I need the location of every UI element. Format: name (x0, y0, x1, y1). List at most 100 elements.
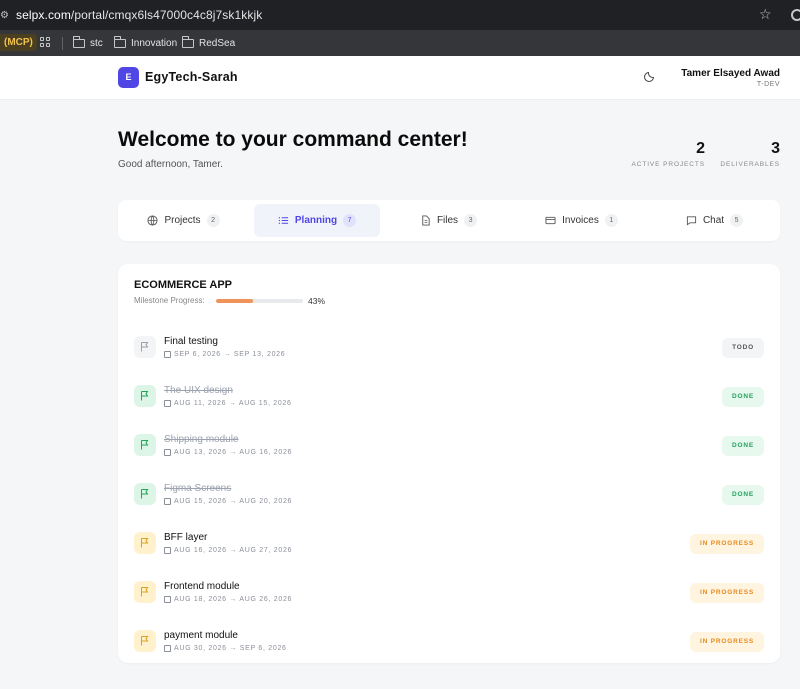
bookmark-label: stc (90, 37, 103, 49)
bookmarks-divider (62, 37, 63, 50)
status-badge: IN PROGRESS (690, 534, 764, 554)
dark-mode-toggle-icon[interactable] (644, 70, 656, 82)
tab-count-badge: 2 (206, 214, 220, 227)
milestone-row[interactable]: Shipping module AUG 13, 2026 → AUG 16, 20… (118, 424, 780, 473)
calendar-icon (164, 351, 171, 358)
tab-projects[interactable]: Projects 2 (118, 204, 249, 237)
apps-grid-icon[interactable] (40, 37, 51, 48)
milestone-dates: AUG 30, 2026 → SEP 6, 2026 (164, 645, 287, 652)
milestone-row[interactable]: Frontend module AUG 18, 2026 → AUG 26, 20… (118, 571, 780, 620)
user-name[interactable]: Tamer Elsayed Awad (681, 68, 780, 79)
greeting-text: Good afternoon, Tamer. (118, 159, 223, 170)
bookmark-folder-redsea[interactable]: RedSea (181, 35, 236, 51)
milestone-row[interactable]: payment module AUG 30, 2026 → SEP 6, 2026… (118, 620, 780, 669)
milestone-name: The UIX design (164, 385, 233, 396)
milestone-dates: AUG 18, 2026 → AUG 26, 2026 (164, 596, 292, 603)
bookmark-folder-innovation[interactable]: Innovation (113, 35, 178, 51)
milestone-date-range: AUG 18, 2026 → AUG 26, 2026 (174, 596, 293, 603)
milestone-dates: AUG 11, 2026 → AUG 15, 2026 (164, 400, 292, 407)
milestone-name: BFF layer (164, 532, 208, 543)
milestone-flag-icon (134, 385, 156, 407)
milestone-dates: AUG 13, 2026 → AUG 16, 2026 (164, 449, 292, 456)
stat-value: 2 (696, 140, 705, 157)
chat-icon (686, 216, 697, 226)
extension-icon[interactable] (791, 9, 800, 21)
brand-name[interactable]: EgyTech-Sarah (145, 70, 238, 84)
tab-count-badge: 3 (464, 214, 478, 227)
milestone-name: Shipping module (164, 434, 239, 445)
status-badge: TODO (722, 338, 764, 358)
milestone-date-range: SEP 6, 2026 → SEP 13, 2026 (174, 351, 286, 358)
calendar-icon (164, 645, 171, 652)
folder-icon (72, 36, 85, 48)
calendar-icon (164, 547, 171, 554)
tab-label: Chat (702, 215, 725, 226)
stat-deliverables: 3 DELIVERABLES (720, 140, 780, 168)
tab-label: Invoices (562, 215, 599, 226)
calendar-icon (164, 596, 171, 603)
milestone-flag-icon (134, 483, 156, 505)
browser-url-bar[interactable]: ⚙ selpx.com/portal/cmqx6ls47000c4c8j7sk1… (0, 0, 800, 30)
tab-label: Projects (164, 215, 201, 226)
folder-icon (113, 36, 126, 48)
tab-files[interactable]: Files 3 (383, 204, 514, 237)
tab-invoices[interactable]: Invoices 1 (516, 204, 647, 237)
url-text[interactable]: selpx.com/portal/cmqx6ls47000c4c8j7sk1kk… (16, 8, 262, 22)
milestone-row[interactable]: The UIX design AUG 11, 2026 → AUG 15, 202… (118, 375, 780, 424)
status-badge: IN PROGRESS (690, 632, 764, 652)
bookmark-star-icon[interactable]: ☆ (759, 6, 772, 23)
tab-label: Files (436, 215, 459, 226)
bookmark-label: RedSea (199, 37, 236, 49)
milestone-date-range: AUG 16, 2026 → AUG 27, 2026 (174, 547, 293, 554)
milestone-flag-icon (134, 532, 156, 554)
status-badge: DONE (722, 436, 764, 456)
calendar-icon (164, 449, 171, 456)
milestone-progress-bar (216, 299, 303, 303)
tab-chat[interactable]: Chat 5 (649, 204, 780, 237)
stat-label: ACTIVE PROJECTS (631, 161, 705, 168)
milestone-row[interactable]: BFF layer AUG 16, 2026 → AUG 27, 2026 IN P… (118, 522, 780, 571)
calendar-icon (164, 498, 171, 505)
tab-count-badge: 7 (343, 214, 357, 227)
url-path: /portal/cmqx6ls47000c4c8j7sk1kkjk (70, 8, 263, 22)
status-badge: IN PROGRESS (690, 583, 764, 603)
milestone-row[interactable]: Figma Screens AUG 15, 2026 → AUG 20, 2026… (118, 473, 780, 522)
card-icon (545, 216, 556, 225)
file-icon (422, 215, 430, 226)
milestone-name: Frontend module (164, 581, 240, 592)
milestone-dates: AUG 15, 2026 → AUG 20, 2026 (164, 498, 292, 505)
milestone-name: Figma Screens (164, 483, 232, 494)
milestone-dates: SEP 6, 2026 → SEP 13, 2026 (164, 351, 285, 358)
status-badge: DONE (722, 387, 764, 407)
bookmarks-bar: (MCP) stc Innovation RedSea (0, 30, 800, 56)
url-host: selpx.com (16, 8, 71, 22)
app-header: E EgyTech-Sarah Tamer Elsayed Awad T-DEV (0, 56, 800, 100)
tab-planning[interactable]: Planning 7 (254, 204, 380, 237)
brand-logo[interactable]: E (118, 67, 139, 88)
milestone-flag-icon (134, 581, 156, 603)
stat-label: DELIVERABLES (720, 161, 780, 168)
section-tabs: Projects 2 Planning 7 Files 3 Invoices 1… (118, 200, 780, 241)
list-icon (278, 217, 288, 224)
milestone-flag-icon (134, 630, 156, 652)
milestone-name: payment module (164, 630, 238, 641)
milestone-flag-icon (134, 336, 156, 358)
tab-count-badge: 1 (604, 214, 618, 227)
calendar-icon (164, 400, 171, 407)
stat-active-projects: 2 ACTIVE PROJECTS (632, 140, 705, 168)
status-badge: DONE (722, 485, 764, 505)
bookmark-folder-stc[interactable]: stc (72, 35, 103, 51)
milestone-progress-fill (216, 299, 254, 303)
page-title: Welcome to your command center! (118, 128, 468, 151)
project-title: ECOMMERCE APP (134, 279, 232, 291)
milestone-name: Final testing (164, 336, 218, 347)
folder-icon (181, 36, 194, 48)
milestone-progress-label: Milestone Progress: (134, 296, 205, 305)
bookmark-label: Innovation (131, 37, 178, 49)
bookmark-mcp[interactable]: (MCP) (0, 34, 37, 51)
milestone-flag-icon (134, 434, 156, 456)
milestone-row[interactable]: Final testing SEP 6, 2026 → SEP 13, 2026 T… (118, 326, 780, 375)
milestone-date-range: AUG 15, 2026 → AUG 20, 2026 (174, 498, 293, 505)
milestone-progress-percent: 43% (308, 296, 326, 306)
site-settings-icon[interactable]: ⚙ (0, 10, 10, 22)
